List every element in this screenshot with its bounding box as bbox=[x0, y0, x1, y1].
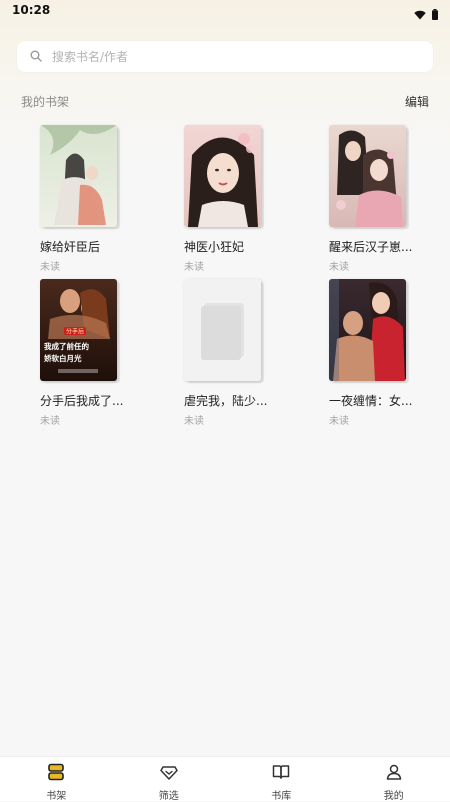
nav-item-bookshelf[interactable]: 书架 bbox=[0, 757, 113, 801]
book-cover[interactable] bbox=[40, 125, 120, 230]
shelf-title: 我的书架 bbox=[21, 93, 69, 110]
status-bar: 10:28 bbox=[0, 0, 450, 22]
book-cover[interactable] bbox=[184, 125, 264, 230]
nav-item-filter[interactable]: 筛选 bbox=[113, 757, 226, 801]
filter-gem-icon bbox=[160, 763, 178, 785]
book-title: 一夜缠情：女... bbox=[329, 392, 425, 409]
book-cover[interactable] bbox=[329, 125, 409, 230]
cover-badge-text: 分手后 bbox=[66, 328, 84, 336]
book-read-status: 未读 bbox=[40, 412, 140, 427]
book-cover[interactable] bbox=[184, 279, 264, 384]
book-read-status: 未读 bbox=[40, 258, 140, 273]
battery-icon bbox=[432, 5, 438, 24]
edit-button[interactable]: 编辑 bbox=[405, 93, 429, 110]
nav-item-library[interactable]: 书库 bbox=[225, 757, 338, 801]
cover-image bbox=[329, 279, 406, 381]
book-item[interactable]: 醒来后汉子崽... 未读 bbox=[329, 125, 429, 273]
cover-title-line2: 娇软白月光 bbox=[43, 353, 82, 363]
book-title: 嫁给奸臣后 bbox=[40, 238, 136, 255]
book-title: 分手后我成了... bbox=[40, 392, 136, 409]
book-cover[interactable] bbox=[329, 279, 409, 384]
book-item[interactable]: 一夜缠情：女... 未读 bbox=[329, 279, 429, 427]
cover-image bbox=[329, 125, 406, 227]
book-read-status: 未读 bbox=[184, 412, 284, 427]
cover-image: 分手后 我成了前任的 娇软白月光 bbox=[40, 279, 117, 381]
status-icons bbox=[414, 5, 438, 24]
book-read-status: 未读 bbox=[329, 412, 429, 427]
book-title: 神医小狂妃 bbox=[184, 238, 280, 255]
search-icon bbox=[17, 47, 42, 66]
book-title: 醒来后汉子崽... bbox=[329, 238, 425, 255]
book-item[interactable]: 分手后 我成了前任的 娇软白月光 分手后我成了... 未读 bbox=[40, 279, 140, 427]
book-cover[interactable]: 分手后 我成了前任的 娇软白月光 bbox=[40, 279, 120, 384]
cover-image bbox=[40, 125, 117, 227]
open-book-icon bbox=[272, 763, 290, 785]
cover-title-line1: 我成了前任的 bbox=[44, 341, 89, 351]
book-title: 虐完我，陆少... bbox=[184, 392, 280, 409]
book-item[interactable]: 虐完我，陆少... 未读 bbox=[184, 279, 284, 427]
book-item[interactable]: 嫁给奸臣后 未读 bbox=[40, 125, 140, 273]
book-item[interactable]: 神医小狂妃 未读 bbox=[184, 125, 284, 273]
book-read-status: 未读 bbox=[184, 258, 284, 273]
bookshelf-icon bbox=[48, 763, 64, 785]
cover-placeholder bbox=[184, 279, 261, 381]
book-read-status: 未读 bbox=[329, 258, 429, 273]
bottom-nav: 书架 筛选 书库 我的 bbox=[0, 756, 450, 801]
person-icon bbox=[385, 763, 403, 785]
status-time: 10:28 bbox=[12, 3, 50, 17]
wifi-icon bbox=[414, 5, 426, 24]
search-input[interactable] bbox=[50, 49, 414, 65]
search-bar[interactable] bbox=[17, 41, 433, 72]
cover-image bbox=[184, 125, 261, 227]
nav-item-profile[interactable]: 我的 bbox=[338, 757, 450, 801]
